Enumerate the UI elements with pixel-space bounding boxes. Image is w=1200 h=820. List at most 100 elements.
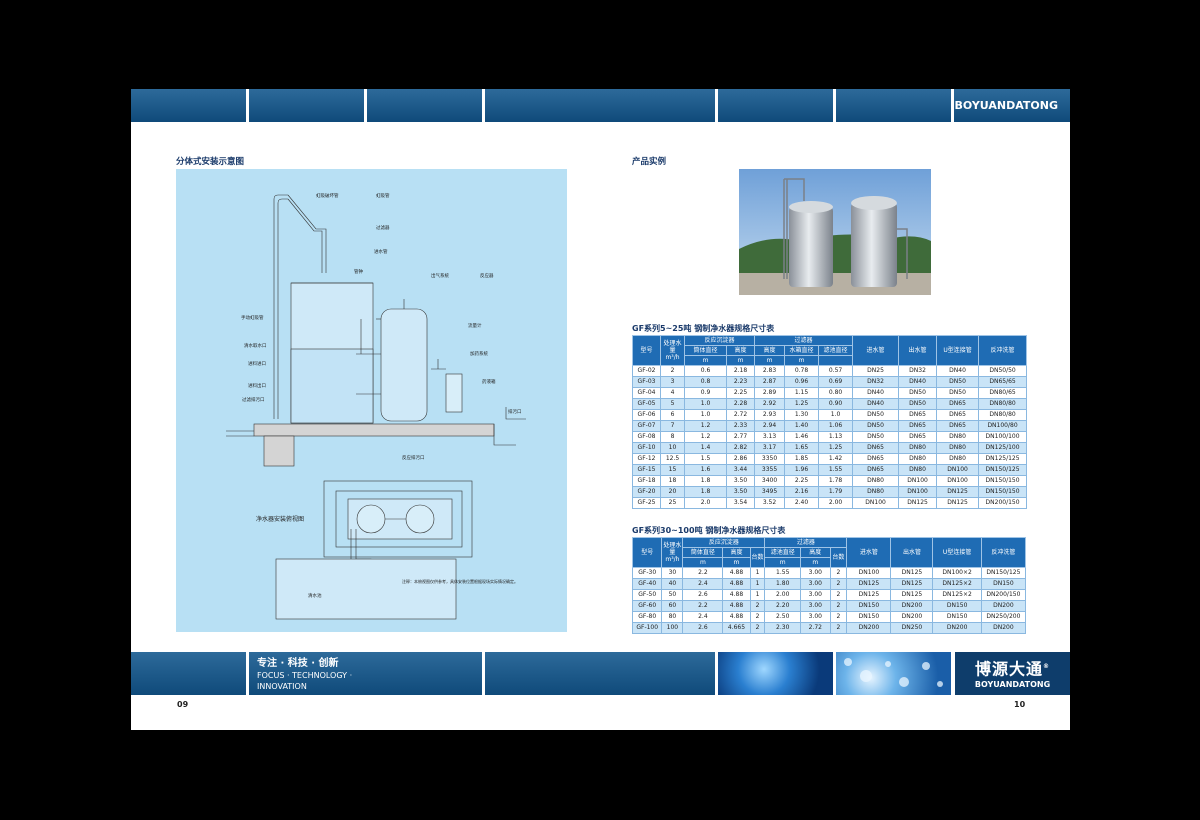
table-cell: DN125	[890, 578, 934, 590]
table-cell: DN200/150	[978, 497, 1028, 509]
table-cell: GF-18	[632, 475, 661, 487]
table-cell: DN150	[980, 578, 1027, 590]
th-unit: m	[722, 557, 751, 568]
table-row: GF-04 4 0.9 2.25 2.89 1.15 0.80 DN40 DN50 DN50 DN8…	[632, 387, 1028, 399]
table-cell: 4.88	[722, 578, 751, 590]
table-cell: 1.30	[784, 409, 820, 421]
th-filter-height: 高度	[800, 547, 831, 558]
th-filter-diameter: 滤池直径	[764, 547, 802, 558]
table-row: GF-100 100 2.6 4.665 2 2.30 2.72 2 DN200 DN250 DN2…	[631, 622, 1027, 634]
right-page: BOYUANDATONG 产品实例 GF系列5~25吨 钢制净水器规格尺寸表 型…	[600, 89, 1070, 730]
table-row: GF-03 3 0.8 2.23 2.87 0.96 0.69 DN32 DN40 DN50 DN6…	[632, 376, 1028, 388]
table-row: GF-12 12.5 1.5 2.86 3350 1.85 1.42 DN65 DN80 DN80…	[632, 453, 1028, 465]
table-cell: DN65	[936, 420, 980, 432]
table-cell: DN65	[852, 453, 900, 465]
table-cell: DN100	[936, 464, 980, 476]
table-cell: 1.96	[784, 464, 820, 476]
table-cell: 2	[749, 600, 766, 612]
label-filter-drain: 过滤排污口	[242, 396, 265, 403]
table-cell: DN100/100	[978, 431, 1028, 443]
table-cell: 2.30	[764, 622, 802, 634]
table-cell: 7	[660, 420, 685, 432]
table-cell: 3.00	[800, 611, 831, 623]
table-cell: GF-12	[632, 453, 661, 465]
spec-table-2: 型号 处理水量 m³/h 反应沉淀器 过滤器 进水管 出水管 U型连接管 反冲洗管…	[631, 537, 1027, 634]
table-cell: DN40	[936, 365, 980, 377]
table-cell: GF-100	[631, 622, 663, 634]
th-filter: 过滤器	[764, 537, 848, 548]
table-cell: 1.79	[818, 486, 854, 498]
table-cell: 1.65	[784, 442, 820, 454]
table-cell: DN40	[852, 387, 900, 399]
table-cell: GF-02	[632, 365, 661, 377]
table-row: GF-10 10 1.4 2.82 3.17 1.65 1.25 DN65 DN80 DN80 DN…	[632, 442, 1028, 454]
table-cell: 2.20	[764, 600, 802, 612]
table-cell: DN125	[846, 589, 892, 601]
slogan-en-2: INNOVATION	[257, 682, 307, 691]
table-row: GF-30 30 2.2 4.88 1 1.55 3.00 2 DN100 DN125 DN100×…	[631, 567, 1027, 579]
table-cell: DN150/125	[980, 567, 1027, 579]
table-cell: DN150	[932, 611, 982, 623]
table-cell: DN150	[932, 600, 982, 612]
table-cell: 2.72	[800, 622, 831, 634]
table-cell: DN250/200	[980, 611, 1027, 623]
table-cell: DN100	[898, 486, 938, 498]
th-unit: m	[800, 557, 831, 568]
table-cell: 3.00	[800, 578, 831, 590]
th-count: 台数	[749, 547, 766, 568]
th-outlet: 出水管	[890, 537, 934, 568]
table-cell: DN80	[898, 464, 938, 476]
table-cell: 3.50	[725, 475, 756, 487]
table-cell: DN125	[846, 578, 892, 590]
th-inlet: 进水管	[852, 335, 900, 366]
table-cell: 15	[660, 464, 685, 476]
table-cell: 1.55	[764, 567, 802, 579]
table-cell: 4.88	[722, 567, 751, 579]
table-cell: DN125/100	[978, 442, 1028, 454]
table-cell: 18	[660, 475, 685, 487]
table-cell: 2.72	[725, 409, 756, 421]
table-cell: 5	[660, 398, 685, 410]
table-cell: 1.0	[818, 409, 854, 421]
table-cell: 2.25	[725, 387, 756, 399]
table-cell: DN100×2	[932, 567, 982, 579]
th-diameter: 筒体直径	[684, 345, 727, 356]
table-cell: 4.88	[722, 600, 751, 612]
table-cell: 1.2	[684, 431, 727, 443]
table-cell: GF-05	[632, 398, 661, 410]
table-cell: 1.85	[784, 453, 820, 465]
spec-table-1: 型号 处理水量 m³/h 反应沉淀器 过滤器 进水管 出水管 U型连接管 反冲洗管…	[632, 335, 1028, 509]
slogan-cn: 专注 · 科技 · 创新	[257, 658, 339, 669]
table-cell: 2.77	[725, 431, 756, 443]
table-cell: 3.00	[800, 567, 831, 579]
table-cell: 1.4	[684, 442, 727, 454]
table-cell: 80	[661, 611, 684, 623]
label-flow-meter: 流量计	[468, 322, 482, 329]
left-page: 分体式安装示意图 虹吸破坏管 虹吸管 过滤器 进水管 管钟 出气系统 反应器 手…	[131, 89, 600, 730]
table-cell: DN50	[852, 409, 900, 421]
table-cell: 1	[749, 589, 766, 601]
table-row: GF-02 2 0.6 2.18 2.83 0.78 0.57 DN25 DN32 DN40 DN5…	[632, 365, 1028, 377]
label-drain-outlet: 排污口	[508, 408, 522, 415]
th-filter: 过滤器	[754, 335, 854, 346]
th-inlet: 进水管	[846, 537, 892, 568]
table-cell: GF-60	[631, 600, 663, 612]
table-cell: GF-03	[632, 376, 661, 388]
table-cell: 3355	[754, 464, 786, 476]
table-cell: 4	[660, 387, 685, 399]
table-cell: 6	[660, 409, 685, 421]
table-cell: DN100/80	[978, 420, 1028, 432]
table-cell: DN100	[898, 475, 938, 487]
th-filter-diameter: 滤池直径	[818, 345, 854, 356]
table-cell: 2	[829, 578, 848, 590]
th-height: 高度	[722, 547, 751, 558]
table-cell: 4.88	[722, 589, 751, 601]
table-cell: 1	[749, 578, 766, 590]
table-cell: DN50	[852, 431, 900, 443]
table-cell: 3.50	[725, 486, 756, 498]
table-cell: DN32	[898, 365, 938, 377]
table-row: GF-05 5 1.0 2.28 2.92 1.25 0.90 DN40 DN50 DN65 DN8…	[632, 398, 1028, 410]
label-water-tank: 清水池	[308, 592, 322, 599]
table-cell: 3350	[754, 453, 786, 465]
th-u-pipe: U型连接管	[932, 537, 982, 568]
